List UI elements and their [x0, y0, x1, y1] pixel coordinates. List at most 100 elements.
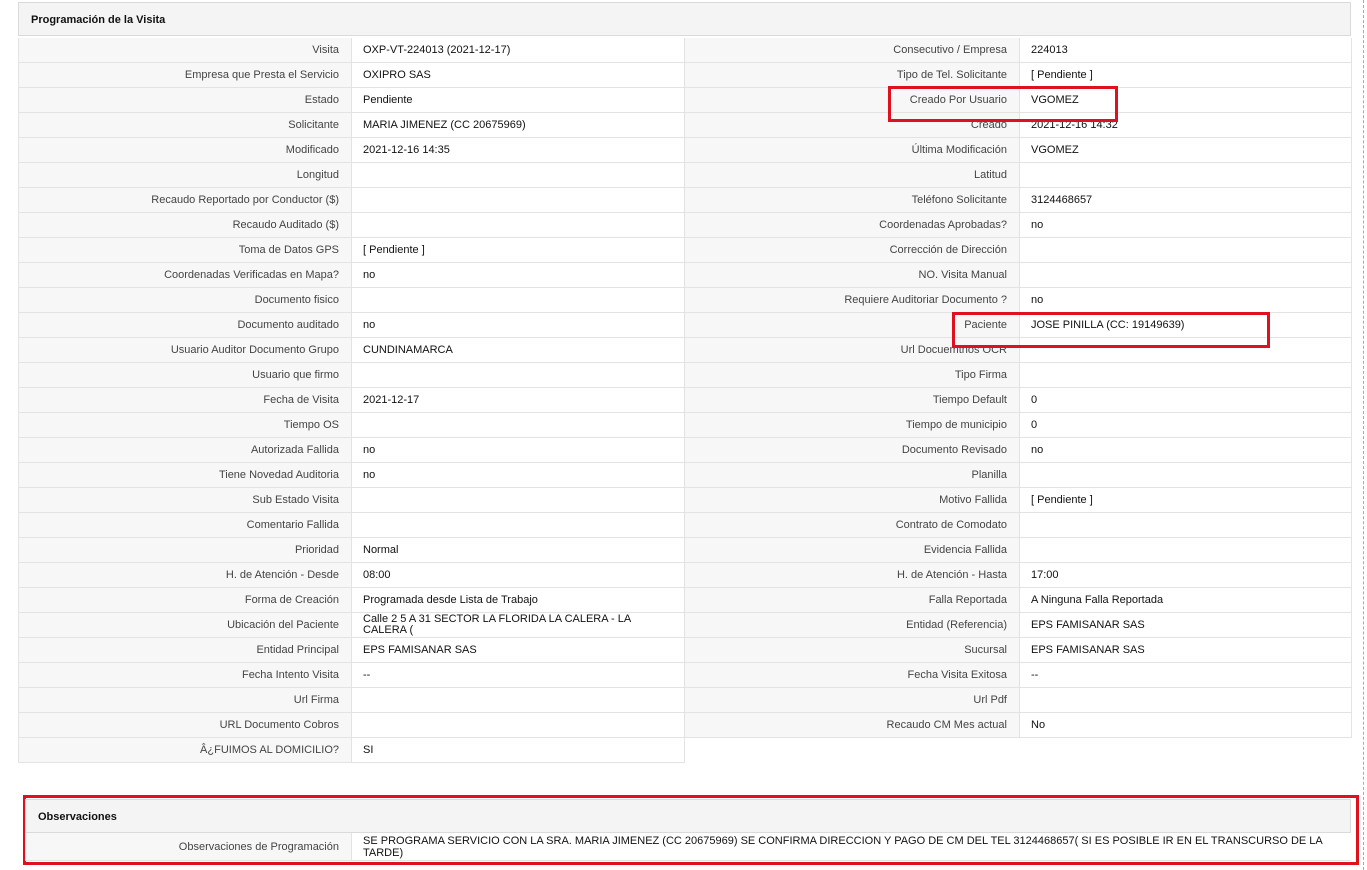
field-value: Normal [351, 538, 685, 563]
table-row: Empresa que Presta el Servicio OXIPRO SAS… [18, 63, 1352, 88]
field-value: 0 [1019, 413, 1352, 438]
table-row: Fecha Intento Visita -- Fecha Visita Exit… [18, 663, 1352, 688]
table-row: Documento fisico Requiere Auditoriar Docu… [18, 288, 1352, 313]
field-value: A Ninguna Falla Reportada [1019, 588, 1352, 613]
field-label: Tiempo OS [18, 413, 351, 438]
table-row: Modificado 2021-12-16 14:35 Última Modific… [18, 138, 1352, 163]
field-value: 2021-12-16 14:35 [351, 138, 685, 163]
field-value: VGOMEZ [1019, 138, 1352, 163]
field-label: Solicitante [18, 113, 351, 138]
field-value [1019, 338, 1352, 363]
table-row: Toma de Datos GPS[ Pendiente ] Corrección… [18, 238, 1352, 263]
field-label: Url Pdf [685, 688, 1019, 713]
table-row: URL Documento Cobros Recaudo CM Mes actua… [18, 713, 1352, 738]
field-value [351, 363, 685, 388]
table-row: Longitud Latitud [18, 163, 1352, 188]
table-row: Estado Pendiente Creado Por Usuario VGOMEZ [18, 88, 1352, 113]
field-label: Url Docuemtnos OCR [685, 338, 1019, 363]
field-value: EPS FAMISANAR SAS [1019, 613, 1352, 638]
field-label: Entidad (Referencia) [685, 613, 1019, 638]
field-value: [ Pendiente ] [351, 238, 685, 263]
field-label: Toma de Datos GPS [18, 238, 351, 263]
field-value: 2021-12-16 14:32 [1019, 113, 1352, 138]
field-value: SI [351, 738, 685, 763]
field-value: no [351, 463, 685, 488]
field-label: Estado [18, 88, 351, 113]
table-row: Recaudo Reportado por Conductor ($) Teléf… [18, 188, 1352, 213]
field-value [351, 713, 685, 738]
field-value [1019, 163, 1352, 188]
field-label: Recaudo CM Mes actual [685, 713, 1019, 738]
table-row: Â¿FUIMOS AL DOMICILIO? SI [18, 738, 1352, 763]
field-value: No [1019, 713, 1352, 738]
field-value: MARIA JIMENEZ (CC 20675969) [351, 113, 685, 138]
table-row: Coordenadas Verificadas en Mapa? no NO. V… [18, 263, 1352, 288]
observaciones-label: Observaciones de Programación [25, 833, 351, 861]
table-row: Recaudo Auditado ($) Coordenadas Aprobada… [18, 213, 1352, 238]
field-label: H. de Atención - Hasta [685, 563, 1019, 588]
field-value: 17:00 [1019, 563, 1352, 588]
field-label: Recaudo Reportado por Conductor ($) [18, 188, 351, 213]
field-label: Modificado [18, 138, 351, 163]
page-dashed-border [1363, 0, 1364, 870]
table-row: Prioridad Normal Evidencia Fallida [18, 538, 1352, 563]
field-label: Requiere Auditoriar Documento ? [685, 288, 1019, 313]
field-value [1019, 463, 1352, 488]
field-value [1019, 688, 1352, 713]
field-value: no [1019, 438, 1352, 463]
field-value: VGOMEZ [1019, 88, 1352, 113]
field-label: Corrección de Dirección [685, 238, 1019, 263]
table-row: Tiempo OS Tiempo de municipio 0 [18, 413, 1352, 438]
field-label: Motivo Fallida [685, 488, 1019, 513]
field-label: Visita [18, 38, 351, 63]
field-label: Fecha Visita Exitosa [685, 663, 1019, 688]
field-value: EPS FAMISANAR SAS [1019, 638, 1352, 663]
table-row: Comentario Fallida Contrato de Comodato [18, 513, 1352, 538]
field-label: URL Documento Cobros [18, 713, 351, 738]
field-label: Coordenadas Aprobadas? [685, 213, 1019, 238]
table-row: Usuario que firmo Tipo Firma [18, 363, 1352, 388]
field-value: 224013 [1019, 38, 1352, 63]
section-title-programacion: Programación de la Visita [18, 2, 1351, 36]
field-label: Autorizada Fallida [18, 438, 351, 463]
field-value: EPS FAMISANAR SAS [351, 638, 685, 663]
table-row: Usuario Auditor Documento Grupo CUNDINAMA… [18, 338, 1352, 363]
field-value: no [351, 438, 685, 463]
field-label: Tipo de Tel. Solicitante [685, 63, 1019, 88]
empty-cell [685, 738, 1352, 763]
field-value [351, 163, 685, 188]
field-label: Prioridad [18, 538, 351, 563]
field-value: -- [1019, 663, 1352, 688]
field-label: Documento auditado [18, 313, 351, 338]
field-value [1019, 538, 1352, 563]
field-value [351, 513, 685, 538]
field-value: no [1019, 213, 1352, 238]
field-label: Creado Por Usuario [685, 88, 1019, 113]
field-value: 3124468657 [1019, 188, 1352, 213]
table-row: Solicitante MARIA JIMENEZ (CC 20675969) Cr… [18, 113, 1352, 138]
field-value: no [351, 263, 685, 288]
field-value [351, 188, 685, 213]
field-label: Tiene Novedad Auditoria [18, 463, 351, 488]
field-value [1019, 238, 1352, 263]
field-label: Documento Revisado [685, 438, 1019, 463]
field-value [351, 688, 685, 713]
table-row: Tiene Novedad Auditoria no Planilla [18, 463, 1352, 488]
field-label: Sub Estado Visita [18, 488, 351, 513]
field-label: Coordenadas Verificadas en Mapa? [18, 263, 351, 288]
table-row: H. de Atención - Desde 08:00 H. de Atenció… [18, 563, 1352, 588]
field-value: CUNDINAMARCA [351, 338, 685, 363]
field-label: Fecha Intento Visita [18, 663, 351, 688]
field-label: Url Firma [18, 688, 351, 713]
visit-details-table: Visita OXP-VT-224013 (2021-12-17) Consecut… [18, 38, 1352, 763]
field-value: Programada desde Lista de Trabajo [351, 588, 685, 613]
table-row: Autorizada Fallida no Documento Revisado … [18, 438, 1352, 463]
table-row: Ubicación del Paciente Calle 2 5 A 31 SEC… [18, 613, 1352, 638]
field-label: Â¿FUIMOS AL DOMICILIO? [18, 738, 351, 763]
field-label: Última Modificación [685, 138, 1019, 163]
field-value [351, 413, 685, 438]
observaciones-value: SE PROGRAMA SERVICIO CON LA SRA. MARIA J… [351, 833, 1351, 861]
field-value: 2021-12-17 [351, 388, 685, 413]
field-value: [ Pendiente ] [1019, 63, 1352, 88]
field-label: Teléfono Solicitante [685, 188, 1019, 213]
